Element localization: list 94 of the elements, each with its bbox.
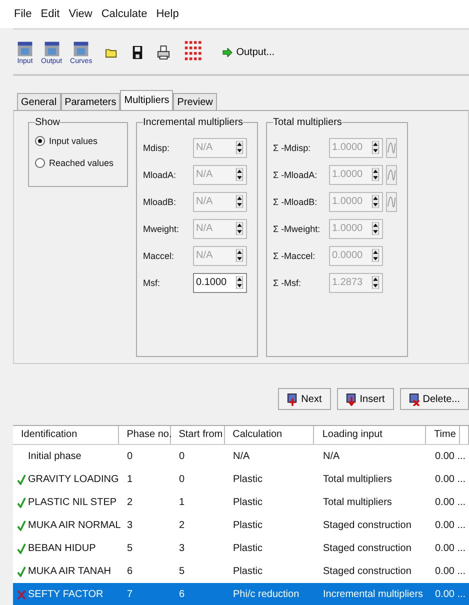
table-cell-text: 1 (178, 497, 186, 508)
field-label: Σ -MloadA: (273, 170, 318, 180)
radio-label[interactable]: Reached values (49, 158, 114, 168)
column-header[interactable]: Start from (170, 426, 225, 444)
table-cell-text: 1 (126, 474, 134, 485)
table-cell-text: Total multipliers (322, 474, 393, 485)
radio-label[interactable]: Input values (49, 136, 98, 146)
printer-icon[interactable] (157, 44, 170, 60)
check-icon (17, 497, 26, 508)
table-cell-text: Total multipliers (322, 497, 393, 508)
check-icon (17, 520, 26, 531)
table-cell-text: 2 (126, 497, 134, 508)
table-row[interactable]: Initial phase 0 0 N/A N/A 0.00 ... (13, 445, 469, 468)
table-cell-text: 2 (178, 520, 186, 531)
check-icon (17, 566, 26, 577)
field-label: Σ -Msf: (273, 278, 302, 288)
table-cell-text: N/A (232, 451, 251, 462)
field-label: Maccel: (143, 250, 176, 260)
table-cell: PLASTIC NIL STEP (28, 497, 117, 508)
save-icon[interactable] (131, 44, 144, 60)
menu-item[interactable]: File (14, 8, 32, 28)
field-label: Σ -MloadB: (273, 196, 318, 206)
table-cell-text: 5 (178, 566, 186, 577)
next-button[interactable]: Next (278, 388, 331, 410)
table-cell-text: 3 (178, 543, 186, 554)
tab[interactable]: Preview (173, 93, 217, 110)
field-label: Msf: (143, 278, 161, 288)
table-cell: MUKA AIR NORMAL (28, 520, 121, 531)
add-icon (287, 392, 298, 406)
table-row[interactable]: GRAVITY LOADING 1 0 Plastic Total multipliers 0.00 ... (13, 468, 469, 491)
table-cell: MUKA AIR TANAH (28, 566, 111, 577)
tab[interactable]: General (17, 93, 61, 110)
table-row[interactable]: MUKA AIR TANAH 6 5 Plastic Staged construction 0.00 ... (13, 560, 469, 583)
field-label: MloadA: (143, 170, 178, 180)
group-title: Incremental multipliers (143, 117, 244, 128)
column-header[interactable]: Calculation (224, 426, 314, 444)
table-cell: BEBAN HIDUP (28, 543, 96, 554)
delete-icon (408, 392, 420, 406)
table-cell-text: 5 (126, 543, 134, 554)
column-header[interactable]: Identification (13, 426, 119, 444)
field-label: Mweight: (143, 224, 180, 234)
table-row[interactable]: BEBAN HIDUP 5 3 Plastic Staged construction 0.00 ... (13, 537, 469, 560)
field-label: Σ -Mdisp: (273, 142, 312, 152)
field-label: Mdisp: (143, 142, 171, 152)
table-cell-text: 0 (178, 474, 186, 485)
table-cell-text: Staged construction (322, 543, 412, 554)
tab[interactable]: Multipliers (120, 90, 174, 110)
group-title: Total multipliers (273, 117, 342, 128)
table-cell-text: 0 (126, 451, 134, 462)
table-cell-text: Staged construction (322, 566, 412, 577)
arrow-icon (222, 48, 234, 56)
cross-icon (17, 589, 26, 600)
table-cell-text: Plastic (232, 497, 264, 508)
table-cell-text: 7 (126, 589, 134, 600)
table-cell-text: 3 (126, 520, 134, 531)
column-header[interactable]: Loading input (314, 426, 426, 444)
table-cell-text: 6 (178, 589, 186, 600)
table-cell-text: Phi/c reduction (232, 589, 300, 600)
output-button[interactable]: Output... (222, 46, 275, 58)
table-cell: Initial phase (28, 451, 82, 462)
insert-icon (346, 392, 357, 406)
table-cell-text: Plastic (232, 566, 264, 577)
field-label: MloadB: (143, 196, 178, 206)
tab[interactable]: Parameters (60, 93, 120, 110)
table-cell-text: Plastic (232, 543, 264, 554)
delete-button[interactable]: Delete... (400, 388, 469, 410)
table-row[interactable]: PLASTIC NIL STEP 2 1 Plastic Total multipliers 0.00 ... (13, 491, 469, 514)
field-label: Σ -Mweight: (273, 224, 322, 234)
table-cell-text: N/A (322, 451, 341, 462)
radio-button[interactable] (35, 136, 45, 146)
check-icon (17, 474, 26, 485)
table-cell-text: Plastic (232, 474, 264, 485)
table-cell-text: 0 (178, 451, 186, 462)
column-header[interactable]: Time (426, 426, 460, 444)
group-title: Show (35, 117, 60, 128)
menu-item[interactable]: Help (156, 8, 179, 28)
menu-item[interactable]: Edit (40, 8, 60, 28)
radio-button[interactable] (35, 158, 45, 168)
table-cell: SEFTY FACTOR (28, 589, 104, 600)
table-cell-text: Staged construction (322, 520, 412, 531)
menu-item[interactable]: Calculate (101, 8, 148, 28)
insert-button[interactable]: Insert (336, 388, 394, 410)
table-cell-text: 6 (126, 566, 134, 577)
table-cell-text: Incremental multipliers (322, 589, 424, 600)
check-icon (17, 543, 26, 554)
menu-item[interactable]: View (68, 8, 92, 28)
spin-field[interactable]: 0.1000 (193, 272, 247, 292)
field-label: Σ -Maccel: (273, 250, 316, 260)
table-row[interactable]: SEFTY FACTOR 7 6 Phi/c reduction Incremental multipliers 0.00 ... (13, 583, 469, 605)
column-header[interactable]: Phase no. (118, 426, 171, 444)
table-cell: GRAVITY LOADING (28, 474, 119, 485)
table-cell-text: Plastic (232, 520, 264, 531)
table-row[interactable]: MUKA AIR NORMAL 3 2 Plastic Staged construction 0.00 ... (13, 514, 469, 537)
spin-arrows-icon[interactable] (236, 276, 243, 289)
